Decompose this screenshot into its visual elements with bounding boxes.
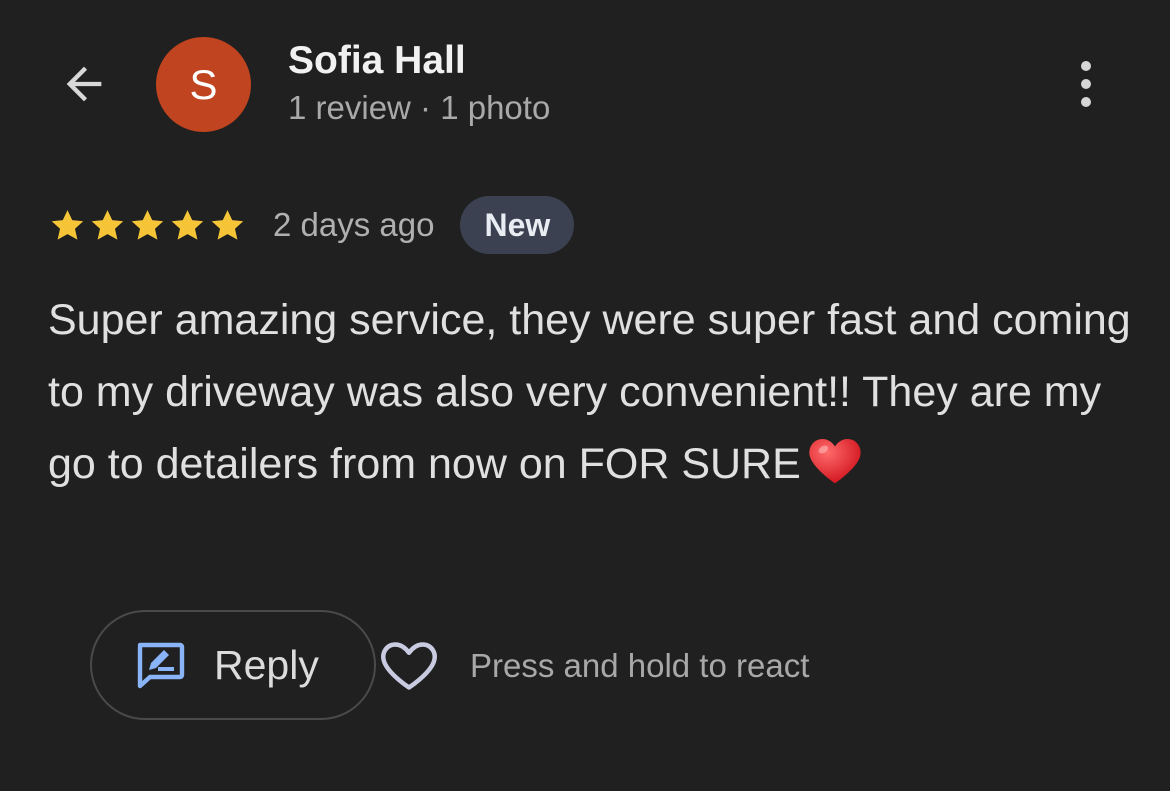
reply-button[interactable]: Reply (90, 610, 376, 720)
star-icon (51, 209, 84, 240)
star-icon (91, 209, 124, 240)
star-icon (131, 209, 164, 240)
more-vert-icon (1081, 61, 1091, 71)
react-button[interactable] (376, 632, 442, 698)
avatar[interactable]: S (156, 37, 251, 132)
avatar-initial: S (189, 60, 218, 108)
star-icon (211, 209, 244, 240)
rating-row: 2 days ago New (48, 195, 575, 255)
star-icon (171, 209, 204, 240)
reviewer-meta: 1 review · 1 photo (288, 89, 551, 126)
review-body: Super amazing service, they were super f… (48, 296, 1131, 488)
red-heart-emoji-icon (807, 434, 863, 508)
more-options-button[interactable] (1062, 54, 1110, 114)
reviewer-name[interactable]: Sofia Hall (288, 38, 466, 84)
arrow-back-icon (66, 66, 102, 102)
review-text: Super amazing service, they were super f… (48, 284, 1138, 508)
rate-review-icon (137, 642, 185, 689)
new-badge: New (460, 196, 575, 254)
star-rating (48, 206, 247, 245)
reply-label: Reply (214, 641, 319, 688)
react-hint: Press and hold to react (470, 647, 810, 684)
review-time: 2 days ago (273, 206, 435, 243)
heart-outline-icon (381, 642, 437, 690)
back-button[interactable] (54, 56, 114, 112)
